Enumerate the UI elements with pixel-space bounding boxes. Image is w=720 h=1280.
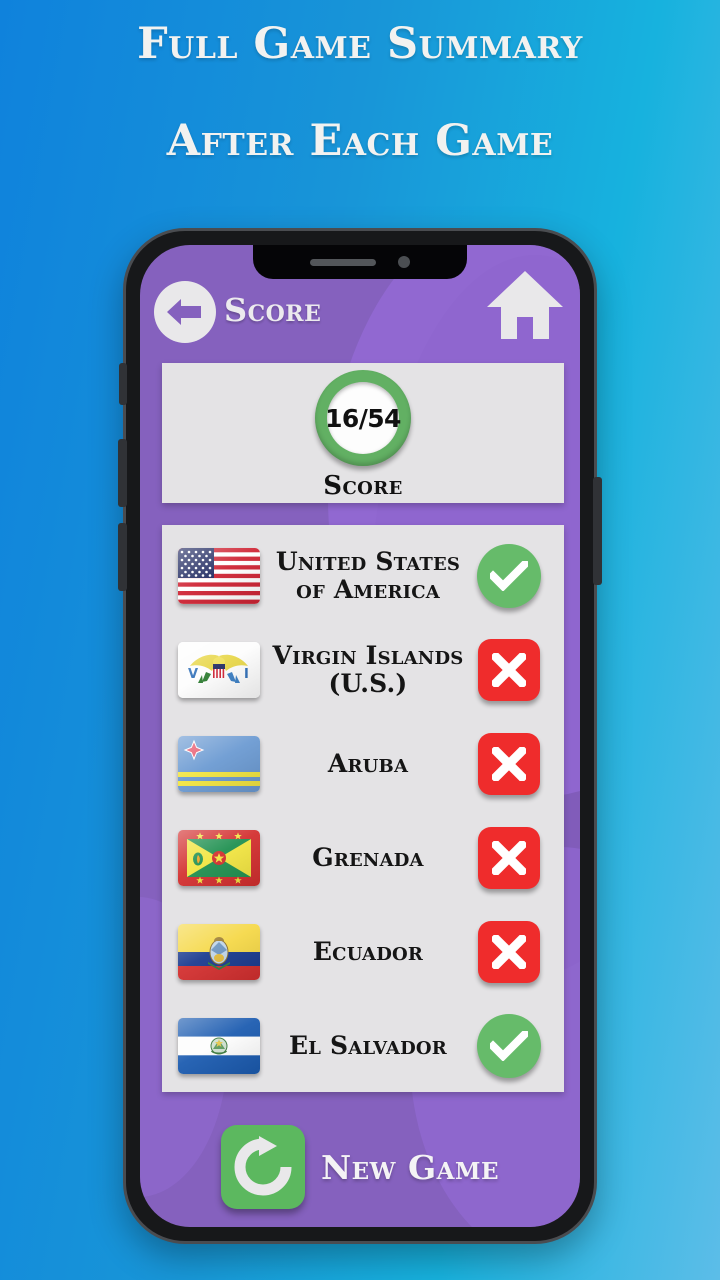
status-badge-wrong [478,639,540,701]
phone-volume-down-button[interactable] [118,523,127,591]
new-game-icon-box [220,1125,305,1209]
cross-icon [492,653,526,687]
flag-ec-icon [178,924,260,980]
result-status [476,1013,542,1079]
table-row[interactable]: Aruba [162,717,564,811]
table-row[interactable]: El Salvador [162,999,564,1093]
results-list: United States of America V I Virgin Isla… [162,525,564,1092]
back-button[interactable] [154,281,216,343]
table-row[interactable]: Grenada [162,811,564,905]
status-badge-wrong [478,921,540,983]
cross-icon [492,747,526,781]
phone-power-button[interactable] [593,477,602,585]
flag-sv-icon [178,1018,260,1074]
headline-line-1: Full Game Summary [137,19,583,69]
cross-icon [492,935,526,969]
country-name: Grenada [312,842,424,872]
score-panel: 16/54 Score [162,363,564,503]
phone-mockup: Score 16/54 Score United States of Ameri… [118,228,602,1244]
score-value: 16/54 [325,403,401,433]
table-row[interactable]: Ecuador [162,905,564,999]
result-status [476,825,542,891]
flag-aw-icon [178,736,260,792]
score-caption: Score [323,471,403,501]
phone-notch [253,245,467,279]
score-ring: 16/54 [315,370,411,466]
new-game-button[interactable]: New Game [140,1125,580,1209]
phone-screen: Score 16/54 Score United States of Ameri… [140,245,580,1227]
country-name: Virgin Islands (U.S.) [272,640,464,698]
phone-silent-switch[interactable] [119,363,127,405]
country-name: El Salvador [289,1030,447,1060]
app-screen: Score 16/54 Score United States of Ameri… [140,245,580,1227]
result-status [476,637,542,703]
phone-volume-up-button[interactable] [118,439,127,507]
headline-line-2: After Each Game [166,116,554,167]
svg-text:V: V [188,667,198,682]
status-badge-correct [477,544,541,608]
country-name: Ecuador [312,936,424,966]
page-title: Score [224,291,322,329]
check-icon [490,1031,528,1061]
check-icon [490,561,528,591]
status-badge-wrong [478,827,540,889]
front-camera-icon [398,256,410,268]
promo-headline: Full Game Summary After Each Game [0,19,720,167]
home-button[interactable] [484,267,566,343]
table-row[interactable]: V I Virgin Islands (U.S.) [162,623,564,717]
cross-icon [492,841,526,875]
status-badge-wrong [478,733,540,795]
table-row[interactable]: United States of America [162,529,564,623]
svg-text:I: I [244,667,249,682]
result-status [476,919,542,985]
country-name: United States of America [275,546,461,604]
back-arrow-icon [167,299,201,325]
flag-us-icon [178,548,260,604]
country-name: Aruba [327,748,409,778]
refresh-icon [234,1136,292,1196]
home-icon [487,271,563,339]
new-game-label: New Game [320,1147,500,1187]
flag-gd-icon [178,830,260,886]
result-status [476,731,542,797]
status-badge-correct [477,1014,541,1078]
result-status [476,543,542,609]
earpiece-speaker [310,258,376,266]
flag-vi-icon: V I [178,642,260,698]
score-circle-inner: 16/54 [325,382,401,454]
